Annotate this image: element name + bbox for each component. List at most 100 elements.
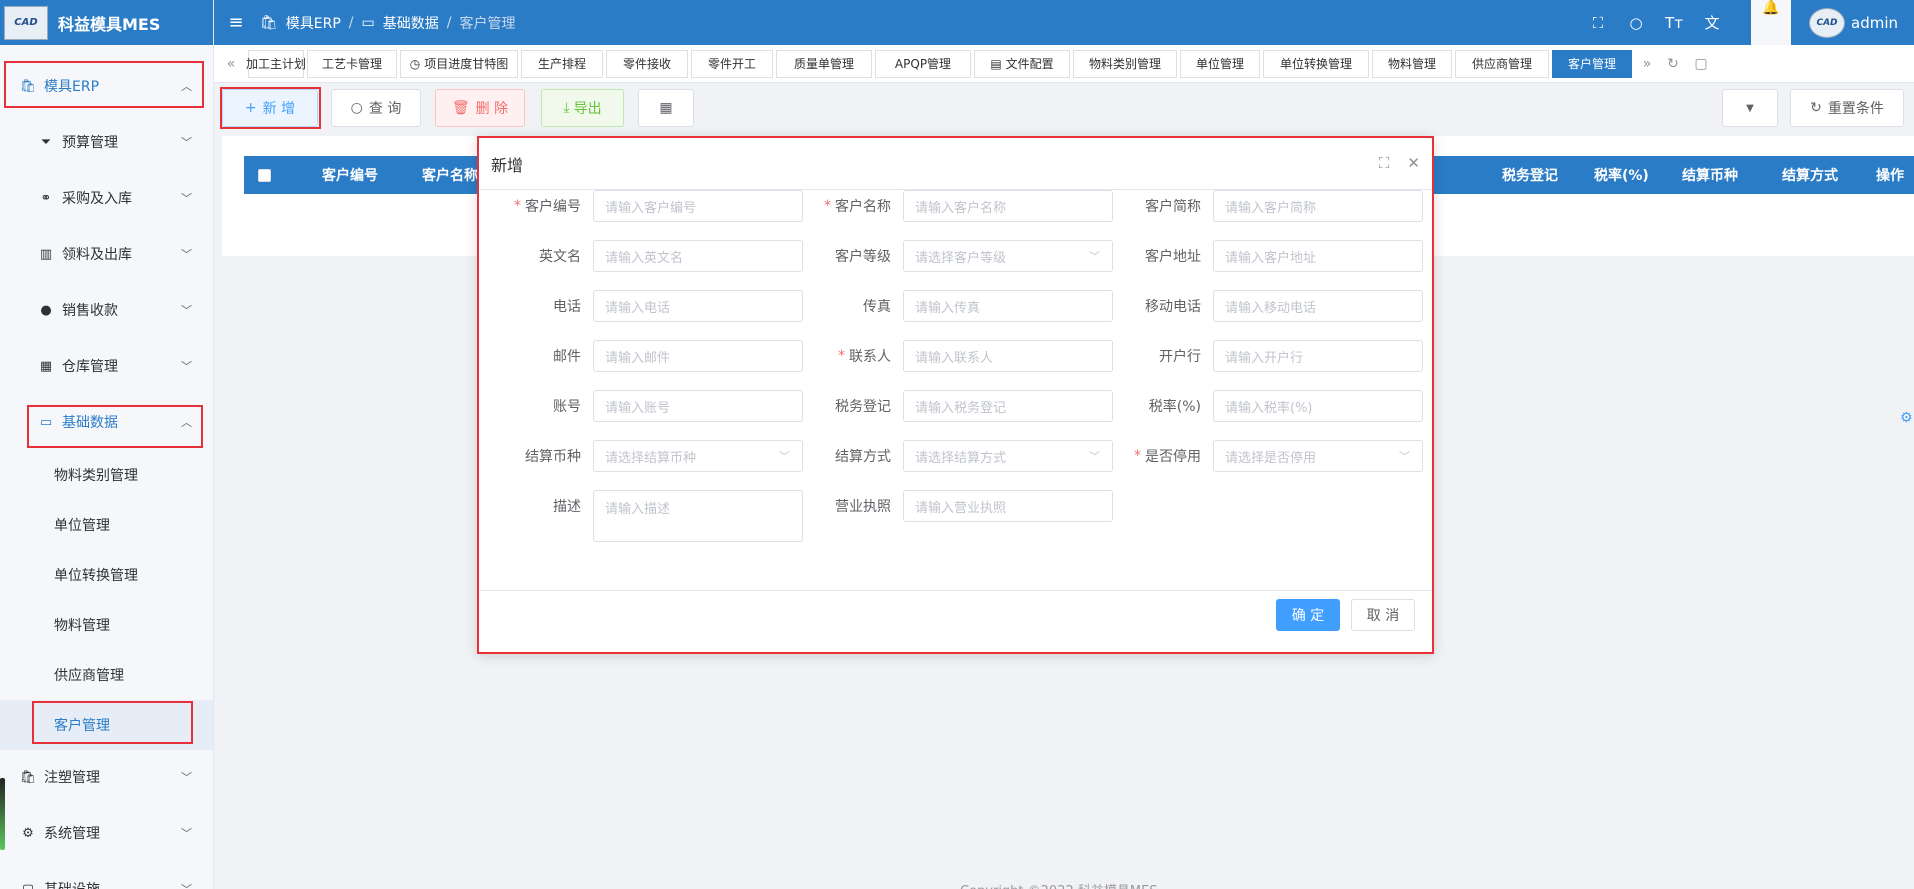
tab-item[interactable]: ▤ 文件配置 <box>974 49 1070 78</box>
sidebar-item-injection[interactable]: 🛍 注塑管理 ﹀ <box>0 752 213 802</box>
input-field[interactable]: 请输入客户简称 <box>1213 190 1423 222</box>
input-field[interactable]: 请输入账号 <box>593 390 803 422</box>
sidebar-subitem-material-category[interactable]: 物料类别管理 <box>0 450 213 500</box>
close-icon[interactable]: ✕ <box>1407 154 1420 172</box>
description-textarea[interactable]: 请输入描述 <box>593 490 803 542</box>
tab-item[interactable]: 质量单管理 <box>776 49 872 78</box>
tab-item[interactable]: 供应商管理 <box>1455 49 1549 78</box>
column-header[interactable]: 客户名称 <box>422 156 478 194</box>
columns-button[interactable]: ▦ <box>638 89 694 127</box>
calendar-icon: ▦ <box>39 358 53 374</box>
query-button[interactable]: ○ 查 询 <box>331 89 421 127</box>
field-label: 电话 <box>491 290 581 322</box>
sidebar-item-system[interactable]: ⚙ 系统管理 ﹀ <box>0 808 213 858</box>
input-field[interactable]: 请输入移动电话 <box>1213 290 1423 322</box>
sidebar-subitem-supplier[interactable]: 供应商管理 <box>0 650 213 700</box>
column-header[interactable]: 税务登记 <box>1502 156 1558 194</box>
double-right-icon[interactable]: » <box>1635 56 1659 72</box>
input-field[interactable]: 请输入客户地址 <box>1213 240 1423 272</box>
dropdown-button[interactable]: ▼ <box>1722 89 1778 127</box>
bell-icon[interactable]: 🔔 <box>1751 0 1791 45</box>
settings-icon[interactable]: ⚙ <box>1900 410 1914 428</box>
caret-down-icon: ▼ <box>1746 102 1754 114</box>
sidebar-item-budget[interactable]: ⏷ 预算管理 ﹀ <box>0 117 213 167</box>
tab-item[interactable]: 加工主计划 <box>246 49 306 78</box>
tab-item[interactable]: 单位转换管理 <box>1263 49 1369 78</box>
sidebar-item-mould-erp[interactable]: 🛍 模具ERP ︿ <box>0 61 213 111</box>
input-field[interactable]: 请输入客户名称 <box>903 190 1113 222</box>
chevron-down-icon: ﹀ <box>181 827 192 840</box>
delete-button[interactable]: 🗑 删 除 <box>435 89 525 127</box>
cancel-button[interactable]: 取 消 <box>1351 599 1415 631</box>
input-field[interactable]: 请输入英文名 <box>593 240 803 272</box>
input-field[interactable]: 请输入邮件 <box>593 340 803 372</box>
column-header[interactable]: 结算方式 <box>1782 156 1838 194</box>
input-field[interactable]: 请输入电话 <box>593 290 803 322</box>
confirm-button[interactable]: 确 定 <box>1276 599 1340 631</box>
user-name[interactable]: admin <box>1851 14 1898 32</box>
column-header[interactable]: 操作 <box>1876 156 1904 194</box>
fullscreen-icon[interactable]: ⛶ <box>1579 14 1617 32</box>
tab-item[interactable]: 物料类别管理 <box>1073 49 1177 78</box>
export-button[interactable]: ⤓ 导出 <box>541 89 624 127</box>
input-field[interactable]: 请输入开户行 <box>1213 340 1423 372</box>
sidebar-item-warehouse[interactable]: ▦ 仓库管理 ﹀ <box>0 341 213 391</box>
sidebar-subitem-material[interactable]: 物料管理 <box>0 600 213 650</box>
select-field[interactable]: 请选择结算币种 ﹀ <box>593 440 803 472</box>
input-field[interactable]: 请输入客户编号 <box>593 190 803 222</box>
field-label: 开户行 <box>1111 340 1201 372</box>
tab-item[interactable]: ◷ 项目进度甘特图 <box>400 49 518 78</box>
breadcrumb-item[interactable]: 基础数据 <box>383 13 439 33</box>
sidebar-item-basic-data[interactable]: ▭ 基础数据 ︿ <box>0 397 213 447</box>
select-field[interactable]: 请选择结算方式 ﹀ <box>903 440 1113 472</box>
tab-item-active[interactable]: 客户管理 <box>1552 49 1632 78</box>
double-left-icon[interactable]: « <box>214 56 248 72</box>
maximize-icon[interactable]: ⛶ <box>1379 154 1390 172</box>
sidebar-item-sales[interactable]: ● 销售收款 ﹀ <box>0 285 213 335</box>
input-field[interactable]: 请输入联系人 <box>903 340 1113 372</box>
sidebar-subitem-unit-conversion[interactable]: 单位转换管理 <box>0 550 213 600</box>
sidebar-item-purchase[interactable]: ⚭ 采购及入库 ﹀ <box>0 173 213 223</box>
breadcrumb-item[interactable]: 模具ERP <box>286 13 341 33</box>
reset-button[interactable]: ↻ 重置条件 <box>1790 89 1904 127</box>
sidebar-subitem-customer[interactable]: 客户管理 <box>0 700 213 750</box>
tab-item[interactable]: 工艺卡管理 <box>307 49 397 78</box>
required-mark: * <box>1134 448 1141 464</box>
box-icon: ▢ <box>21 881 35 889</box>
app-title: 科益模具MES <box>58 14 161 34</box>
tab-item[interactable]: APQP管理 <box>875 49 971 78</box>
column-header[interactable]: 结算币种 <box>1682 156 1738 194</box>
sidebar-subitem-unit[interactable]: 单位管理 <box>0 500 213 550</box>
field-label: 英文名 <box>491 240 581 272</box>
building-icon: ▥ <box>39 246 53 262</box>
tab-item[interactable]: 生产排程 <box>521 49 603 78</box>
square-icon[interactable]: ▢ <box>1687 56 1715 72</box>
add-dialog: 新增 ⛶ ✕ * 客户编号 请输入客户编号 * 客户名称 请输入客户名称 客户简称 请输入客户… <box>477 136 1434 654</box>
tab-item[interactable]: 单位管理 <box>1180 49 1260 78</box>
sidebar-item-infrastructure[interactable]: ▢ 基础设施 ﹀ <box>0 864 213 889</box>
hamburger-icon[interactable]: ≡ <box>218 12 254 33</box>
search-icon[interactable]: ○ <box>1617 14 1655 32</box>
chevron-down-icon: ﹀ <box>181 360 192 373</box>
tab-item[interactable]: 零件开工 <box>691 49 773 78</box>
select-field[interactable]: 请选择是否停用 ﹀ <box>1213 440 1423 472</box>
input-field[interactable]: 请输入税务登记 <box>903 390 1113 422</box>
column-header[interactable]: 客户编号 <box>322 156 378 194</box>
field-label: 客户等级 <box>801 240 891 272</box>
sidebar-item-outbound[interactable]: ▥ 领料及出库 ﹀ <box>0 229 213 279</box>
select-field[interactable]: 请选择客户等级 ﹀ <box>903 240 1113 272</box>
column-header[interactable]: 税率(%) <box>1594 156 1649 194</box>
tab-item[interactable]: 物料管理 <box>1372 49 1452 78</box>
translate-icon[interactable]: 文 <box>1693 12 1731 33</box>
avatar[interactable]: CAD <box>1809 7 1845 38</box>
delete-label: 删 除 <box>475 101 509 117</box>
font-size-icon[interactable]: Tт <box>1655 14 1693 32</box>
add-button[interactable]: + 新 增 <box>222 89 318 127</box>
input-field[interactable]: 请输入传真 <box>903 290 1113 322</box>
refresh-icon[interactable]: ↻ <box>1659 56 1687 72</box>
input-field[interactable]: 请输入税率(%) <box>1213 390 1423 422</box>
sidebar-item-label: 仓库管理 <box>62 359 118 375</box>
input-field[interactable]: 请输入营业执照 <box>903 490 1113 522</box>
select-all-checkbox[interactable] <box>258 169 271 182</box>
tab-item[interactable]: 零件接收 <box>606 49 688 78</box>
